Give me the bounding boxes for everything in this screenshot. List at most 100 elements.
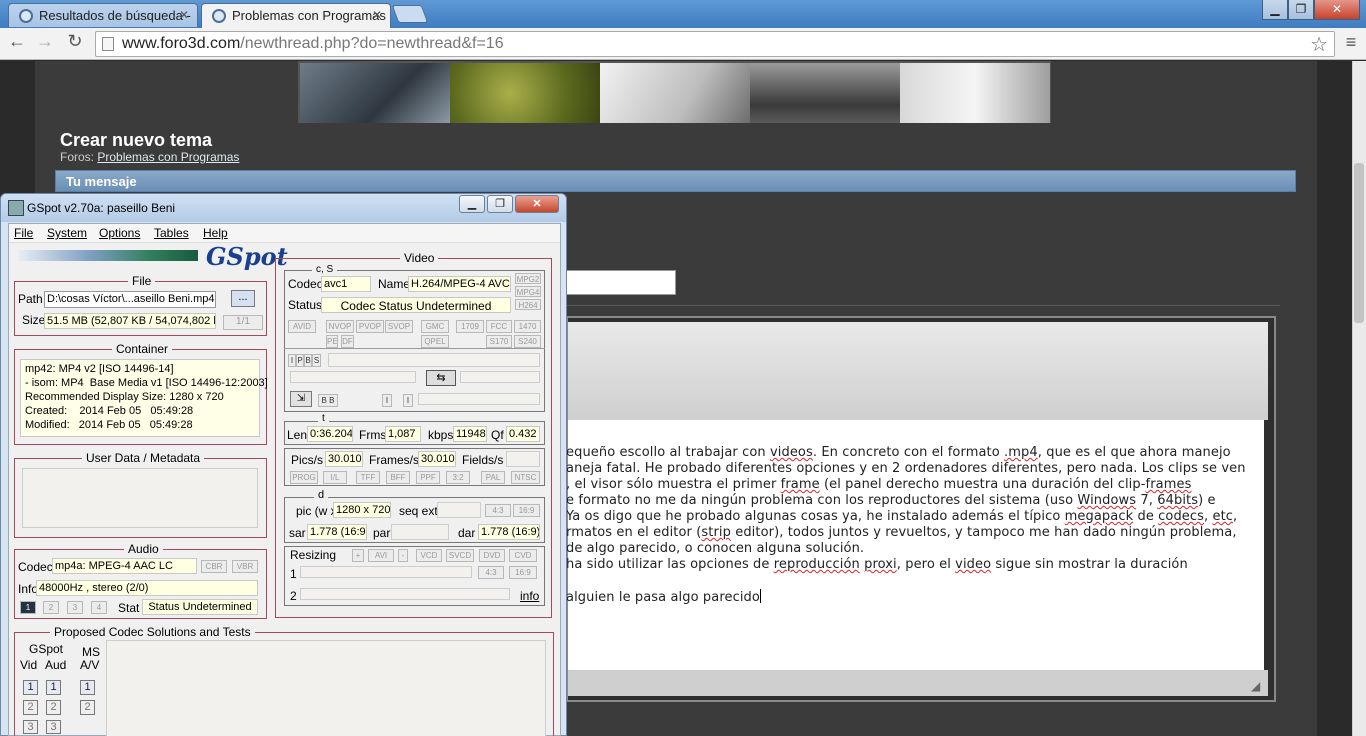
divider: [284, 348, 545, 349]
ms-test-2[interactable]: 2: [80, 700, 95, 715]
message-line: aneja fatal. He probado diferentes opcio…: [566, 461, 1246, 476]
av-label: A/V: [80, 658, 100, 672]
gspot-minimize-button[interactable]: ▁: [459, 195, 485, 213]
frms-label: Frms: [359, 428, 387, 442]
text-segment: e formato no me da ningún problema con l…: [566, 493, 1078, 508]
resize-dvd: DVD: [479, 549, 505, 562]
forward-icon[interactable]: →: [32, 29, 58, 55]
resize-cvd: CVD: [509, 549, 537, 562]
gspot-title: GSpot v2.70a: paseillo Beni: [27, 201, 176, 215]
flag-nvop: NVOP: [326, 320, 354, 333]
scrollbar-thumb[interactable]: [1354, 163, 1364, 323]
tab-search-results[interactable]: Resultados de búsqueda - ✕: [8, 3, 198, 27]
foro3d-favicon-icon: [19, 9, 33, 23]
browse-button[interactable]: ...: [231, 290, 255, 307]
text-segment: 7,: [1136, 493, 1158, 508]
mpg4-tag: MPG4: [515, 286, 541, 297]
gop-icon[interactable]: ⇲: [290, 391, 312, 407]
tab-label: Problemas con Programas: [232, 8, 386, 23]
vid-test-1[interactable]: 1: [23, 680, 38, 695]
seqext-label: seq ext: [399, 504, 438, 518]
text-segment: alguien le pasa algo parecido: [566, 590, 760, 605]
vid-test-2[interactable]: 2: [23, 700, 38, 715]
url-domain: www.foro3d.com: [122, 35, 241, 52]
reload-icon[interactable]: ↻: [62, 29, 88, 55]
flag-df: DF: [341, 335, 354, 348]
minimize-button[interactable]: ▁: [1262, 0, 1288, 20]
message-line: , el visor sólo muestra el primer frame …: [566, 477, 1191, 492]
new-tab-button[interactable]: [391, 5, 429, 23]
close-icon[interactable]: ✕: [179, 8, 189, 22]
menu-options[interactable]: Options: [99, 226, 140, 240]
close-icon[interactable]: ✕: [372, 8, 382, 22]
menu-help[interactable]: Help: [203, 226, 228, 240]
back-icon[interactable]: ←: [4, 29, 30, 55]
divider: [566, 305, 1280, 306]
menu-tables[interactable]: Tables: [154, 226, 189, 240]
menu-icon[interactable]: ≡: [1338, 30, 1364, 56]
misspelled-word: 64bits: [1157, 493, 1199, 508]
ms-label: MS: [82, 645, 100, 659]
header-banner[interactable]: [298, 61, 1051, 123]
maximize-button[interactable]: ❐: [1288, 0, 1314, 20]
gspot-maximize-button[interactable]: ❐: [487, 195, 513, 213]
message-line: de algo parecido, o conocen alguna soluc…: [566, 541, 864, 556]
aud-test-3[interactable]: 3: [46, 720, 61, 734]
aud-test-1[interactable]: 1: [46, 680, 61, 695]
vid-test-3[interactable]: 3: [23, 720, 38, 734]
message-line: e formato no me da ningún problema con l…: [566, 493, 1216, 508]
menu-file[interactable]: File: [14, 226, 33, 240]
resize-grip-icon[interactable]: ◢: [1251, 679, 1260, 693]
resize-svcd: SVCD: [446, 549, 474, 562]
resize-vcd: VCD: [416, 549, 442, 562]
info-link[interactable]: info: [520, 589, 539, 603]
thread-title-input[interactable]: [566, 270, 676, 295]
cs-legend: c, S: [312, 264, 338, 275]
breadcrumb: Foros: Problemas con Programas: [60, 150, 239, 164]
cbr-indicator: CBR: [201, 560, 227, 573]
audio-track-2[interactable]: 2: [43, 601, 59, 614]
resize-row1-field: [300, 566, 472, 578]
swap-arrows-icon[interactable]: ⇆: [426, 370, 456, 386]
frame-p-tag: P: [296, 354, 304, 367]
flag-ntsc: NTSC: [511, 471, 540, 484]
text-segment: editor), todos juntos y revueltos, y tam…: [730, 525, 1237, 540]
frame-progress-left: [290, 371, 416, 383]
gspot-close-button[interactable]: ✕: [515, 195, 559, 213]
h264-tag: H264: [515, 299, 541, 310]
flag-1709: 1709: [456, 320, 484, 333]
video-legend: Video: [400, 251, 439, 265]
name-label: Name: [378, 277, 411, 291]
audio-track-1[interactable]: 1: [20, 601, 36, 614]
message-line: rmatos en el editor (strip editor), todo…: [566, 525, 1237, 540]
misspelled-word: codecs: [1158, 509, 1205, 524]
audio-track-3[interactable]: 3: [67, 601, 83, 614]
misspelled-word: frame: [780, 477, 820, 492]
tab-problemas[interactable]: Problemas con Programas ✕: [201, 3, 391, 29]
banner-car-image: [300, 63, 450, 123]
size-label: Size: [22, 313, 46, 327]
par-field: [391, 524, 449, 540]
flag-il: I/L: [323, 471, 347, 484]
menu-system[interactable]: System: [47, 226, 87, 240]
path-field[interactable]: D:\cosas Víctor\...aseillo Beni.mp4: [44, 291, 216, 308]
audio-codec-field: mp4a: MPEG-4 AAC LC: [52, 558, 197, 574]
stat-label: Stat: [118, 601, 140, 615]
flag-pe: PE: [326, 335, 338, 348]
flag-prog: PROG: [290, 471, 318, 484]
close-window-button[interactable]: ✕: [1314, 0, 1360, 20]
gspot-logo-bar: [18, 250, 198, 261]
address-bar[interactable]: www.foro3d.com/newthread.php?do=newthrea…: [95, 31, 1335, 57]
resize-minus: -: [398, 549, 408, 562]
ms-test-1[interactable]: 1: [80, 680, 95, 695]
proposed-legend: Proposed Codec Solutions and Tests: [50, 625, 255, 639]
pics-label: Pics/s: [291, 453, 324, 467]
message-line: alguien le pasa algo parecido: [566, 589, 761, 605]
audio-track-4[interactable]: 4: [91, 601, 107, 614]
len-label: Len: [287, 428, 308, 442]
container-info: mp42: MP4 v2 [ISO 14496-14] - isom: MP4 …: [20, 359, 268, 437]
frames-field: 30.010: [418, 451, 456, 467]
bookmark-star-icon[interactable]: ☆: [1310, 32, 1328, 57]
aud-test-2[interactable]: 2: [46, 700, 61, 715]
forum-link[interactable]: Problemas con Programas: [97, 150, 239, 164]
